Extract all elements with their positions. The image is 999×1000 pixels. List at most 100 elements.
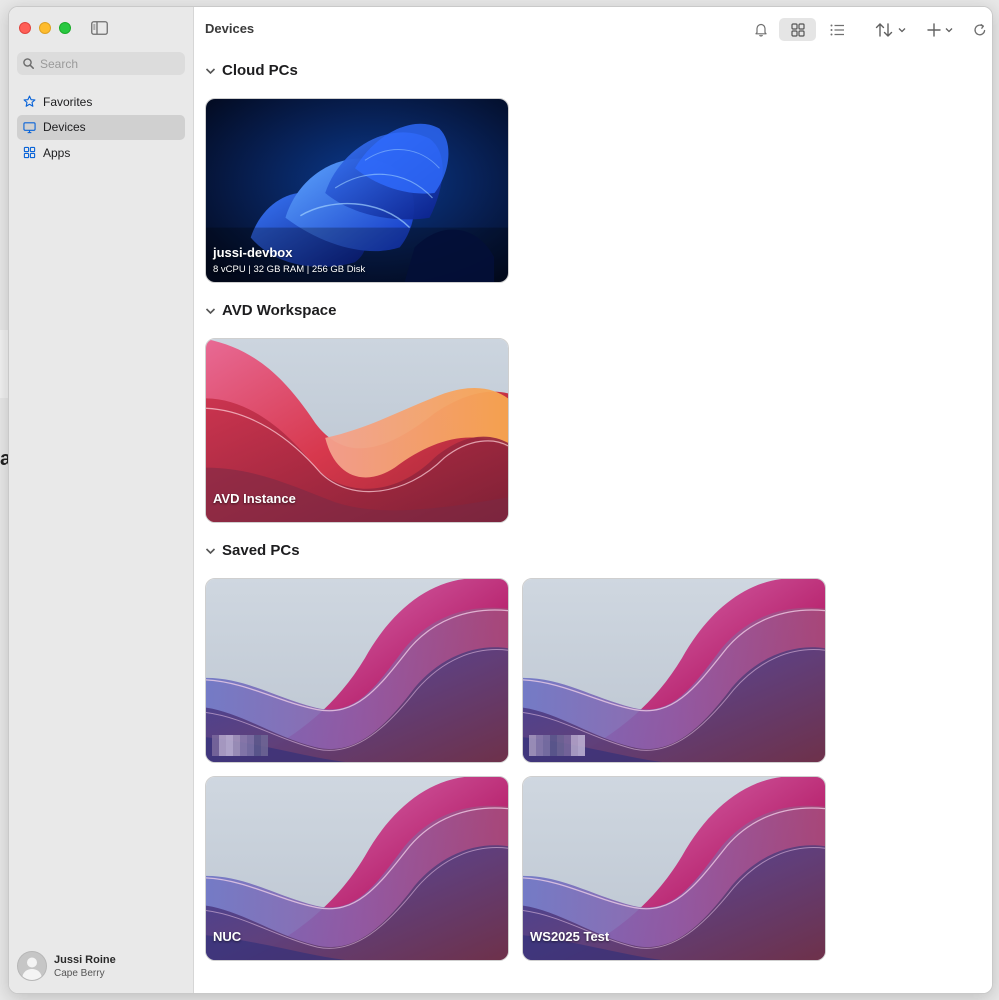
device-name: jussi-devbox (213, 245, 293, 260)
sidebar-item-label: Favorites (43, 94, 93, 109)
minimize-window-button[interactable] (39, 22, 51, 34)
apps-grid-icon (23, 146, 36, 159)
redaction-block (240, 735, 247, 742)
notifications-button[interactable] (750, 18, 772, 41)
device-card-saved-pc-1[interactable] (205, 578, 509, 763)
redaction-block (571, 749, 578, 756)
page-title: Devices (205, 21, 255, 36)
redaction-block (212, 735, 219, 742)
redaction-block (557, 735, 564, 742)
redaction-block (578, 749, 585, 756)
sidebar-item-label: Devices (43, 120, 86, 134)
redaction-block (226, 735, 233, 742)
redaction-block (529, 735, 536, 742)
redaction-block (254, 749, 261, 756)
sort-icon (875, 22, 892, 37)
device-name: AVD Instance (213, 491, 296, 506)
purple-waves-wallpaper (206, 777, 508, 960)
sidebar-item-label: Apps (43, 145, 71, 160)
section-header-avd-workspace[interactable]: AVD Workspace (205, 302, 337, 319)
redaction-block (212, 749, 219, 756)
redacted-device-name (529, 735, 585, 756)
app-window: Favorites Devices Apps (8, 6, 993, 994)
device-card-avd-instance[interactable]: AVD Instance (205, 338, 509, 523)
redaction-block (557, 749, 564, 756)
toolbar: Devices (194, 7, 992, 51)
sidebar: Favorites Devices Apps (9, 7, 194, 993)
section-header-saved-pcs[interactable]: Saved PCs (205, 542, 300, 559)
redaction-block (536, 749, 543, 756)
redaction-block (247, 749, 254, 756)
device-card-saved-pc-2[interactable] (522, 578, 826, 763)
redaction-block (536, 735, 543, 742)
sidebar-nav: Favorites Devices Apps (17, 89, 185, 166)
user-account[interactable]: Jussi Roine Cape Berry (17, 951, 116, 981)
redaction-block (219, 742, 226, 749)
section-title: Cloud PCs (222, 62, 298, 79)
search-icon (23, 58, 34, 69)
device-name: NUC (213, 929, 242, 944)
user-organization: Cape Berry (54, 967, 105, 979)
add-menu-button[interactable] (923, 18, 957, 41)
device-name: WS2025 Test (530, 929, 610, 944)
redaction-block (564, 735, 571, 742)
refresh-icon (974, 23, 986, 35)
redaction-block (261, 742, 268, 749)
redaction-block (550, 749, 557, 756)
redaction-block (233, 749, 240, 756)
device-card-nuc[interactable]: NUC (205, 776, 509, 961)
redacted-device-name (212, 735, 268, 756)
redaction-block (536, 742, 543, 749)
redaction-block (226, 749, 233, 756)
search-field[interactable] (17, 52, 185, 75)
device-specs: 8 vCPU | 32 GB RAM | 256 GB Disk (213, 264, 366, 275)
refresh-button[interactable] (969, 18, 991, 41)
redaction-block (212, 742, 219, 749)
chevron-down-icon (898, 27, 905, 32)
grid-view-button[interactable] (779, 18, 816, 41)
section-title: Saved PCs (222, 542, 300, 559)
user-name: Jussi Roine (54, 953, 116, 966)
redaction-block (543, 742, 550, 749)
zoom-window-button[interactable] (59, 22, 71, 34)
device-card-ws2025-test[interactable]: WS2025 Test (522, 776, 826, 961)
redaction-block (543, 749, 550, 756)
redaction-block (233, 742, 240, 749)
redaction-block (557, 742, 564, 749)
redaction-block (240, 742, 247, 749)
redaction-block (226, 742, 233, 749)
redaction-block (564, 742, 571, 749)
sidebar-toggle-icon[interactable] (91, 21, 108, 35)
redaction-block (564, 749, 571, 756)
redaction-block (261, 749, 268, 756)
background-window-edge (0, 330, 8, 398)
section-header-cloud-pcs[interactable]: Cloud PCs (205, 62, 298, 79)
search-input[interactable] (40, 56, 170, 71)
sidebar-item-devices[interactable]: Devices (17, 114, 185, 140)
redaction-block (219, 749, 226, 756)
list-view-button[interactable] (824, 18, 850, 41)
redaction-block (571, 735, 578, 742)
add-icon (927, 22, 941, 37)
device-card-jussi-devbox[interactable]: jussi-devbox 8 vCPU | 32 GB RAM | 256 GB… (205, 98, 509, 283)
window-controls (19, 22, 71, 34)
redaction-block (261, 735, 268, 742)
person-icon (22, 957, 42, 980)
redaction-block (571, 742, 578, 749)
sort-menu-button[interactable] (870, 18, 910, 41)
sidebar-item-apps[interactable]: Apps (17, 140, 185, 165)
sidebar-item-favorites[interactable]: Favorites (17, 89, 185, 114)
redaction-block (240, 749, 247, 756)
chevron-down-icon (945, 27, 953, 32)
redaction-block (550, 742, 557, 749)
redaction-block (529, 749, 536, 756)
monitor-icon (23, 121, 36, 133)
main-content: Devices Cloud PCs jussi-devbox 8 vCPU | … (194, 7, 992, 993)
redaction-block (247, 735, 254, 742)
chevron-down-icon (205, 67, 216, 74)
redaction-block (578, 742, 585, 749)
star-icon (23, 95, 36, 107)
redaction-block (578, 735, 585, 742)
close-window-button[interactable] (19, 22, 31, 34)
redaction-block (219, 735, 226, 742)
